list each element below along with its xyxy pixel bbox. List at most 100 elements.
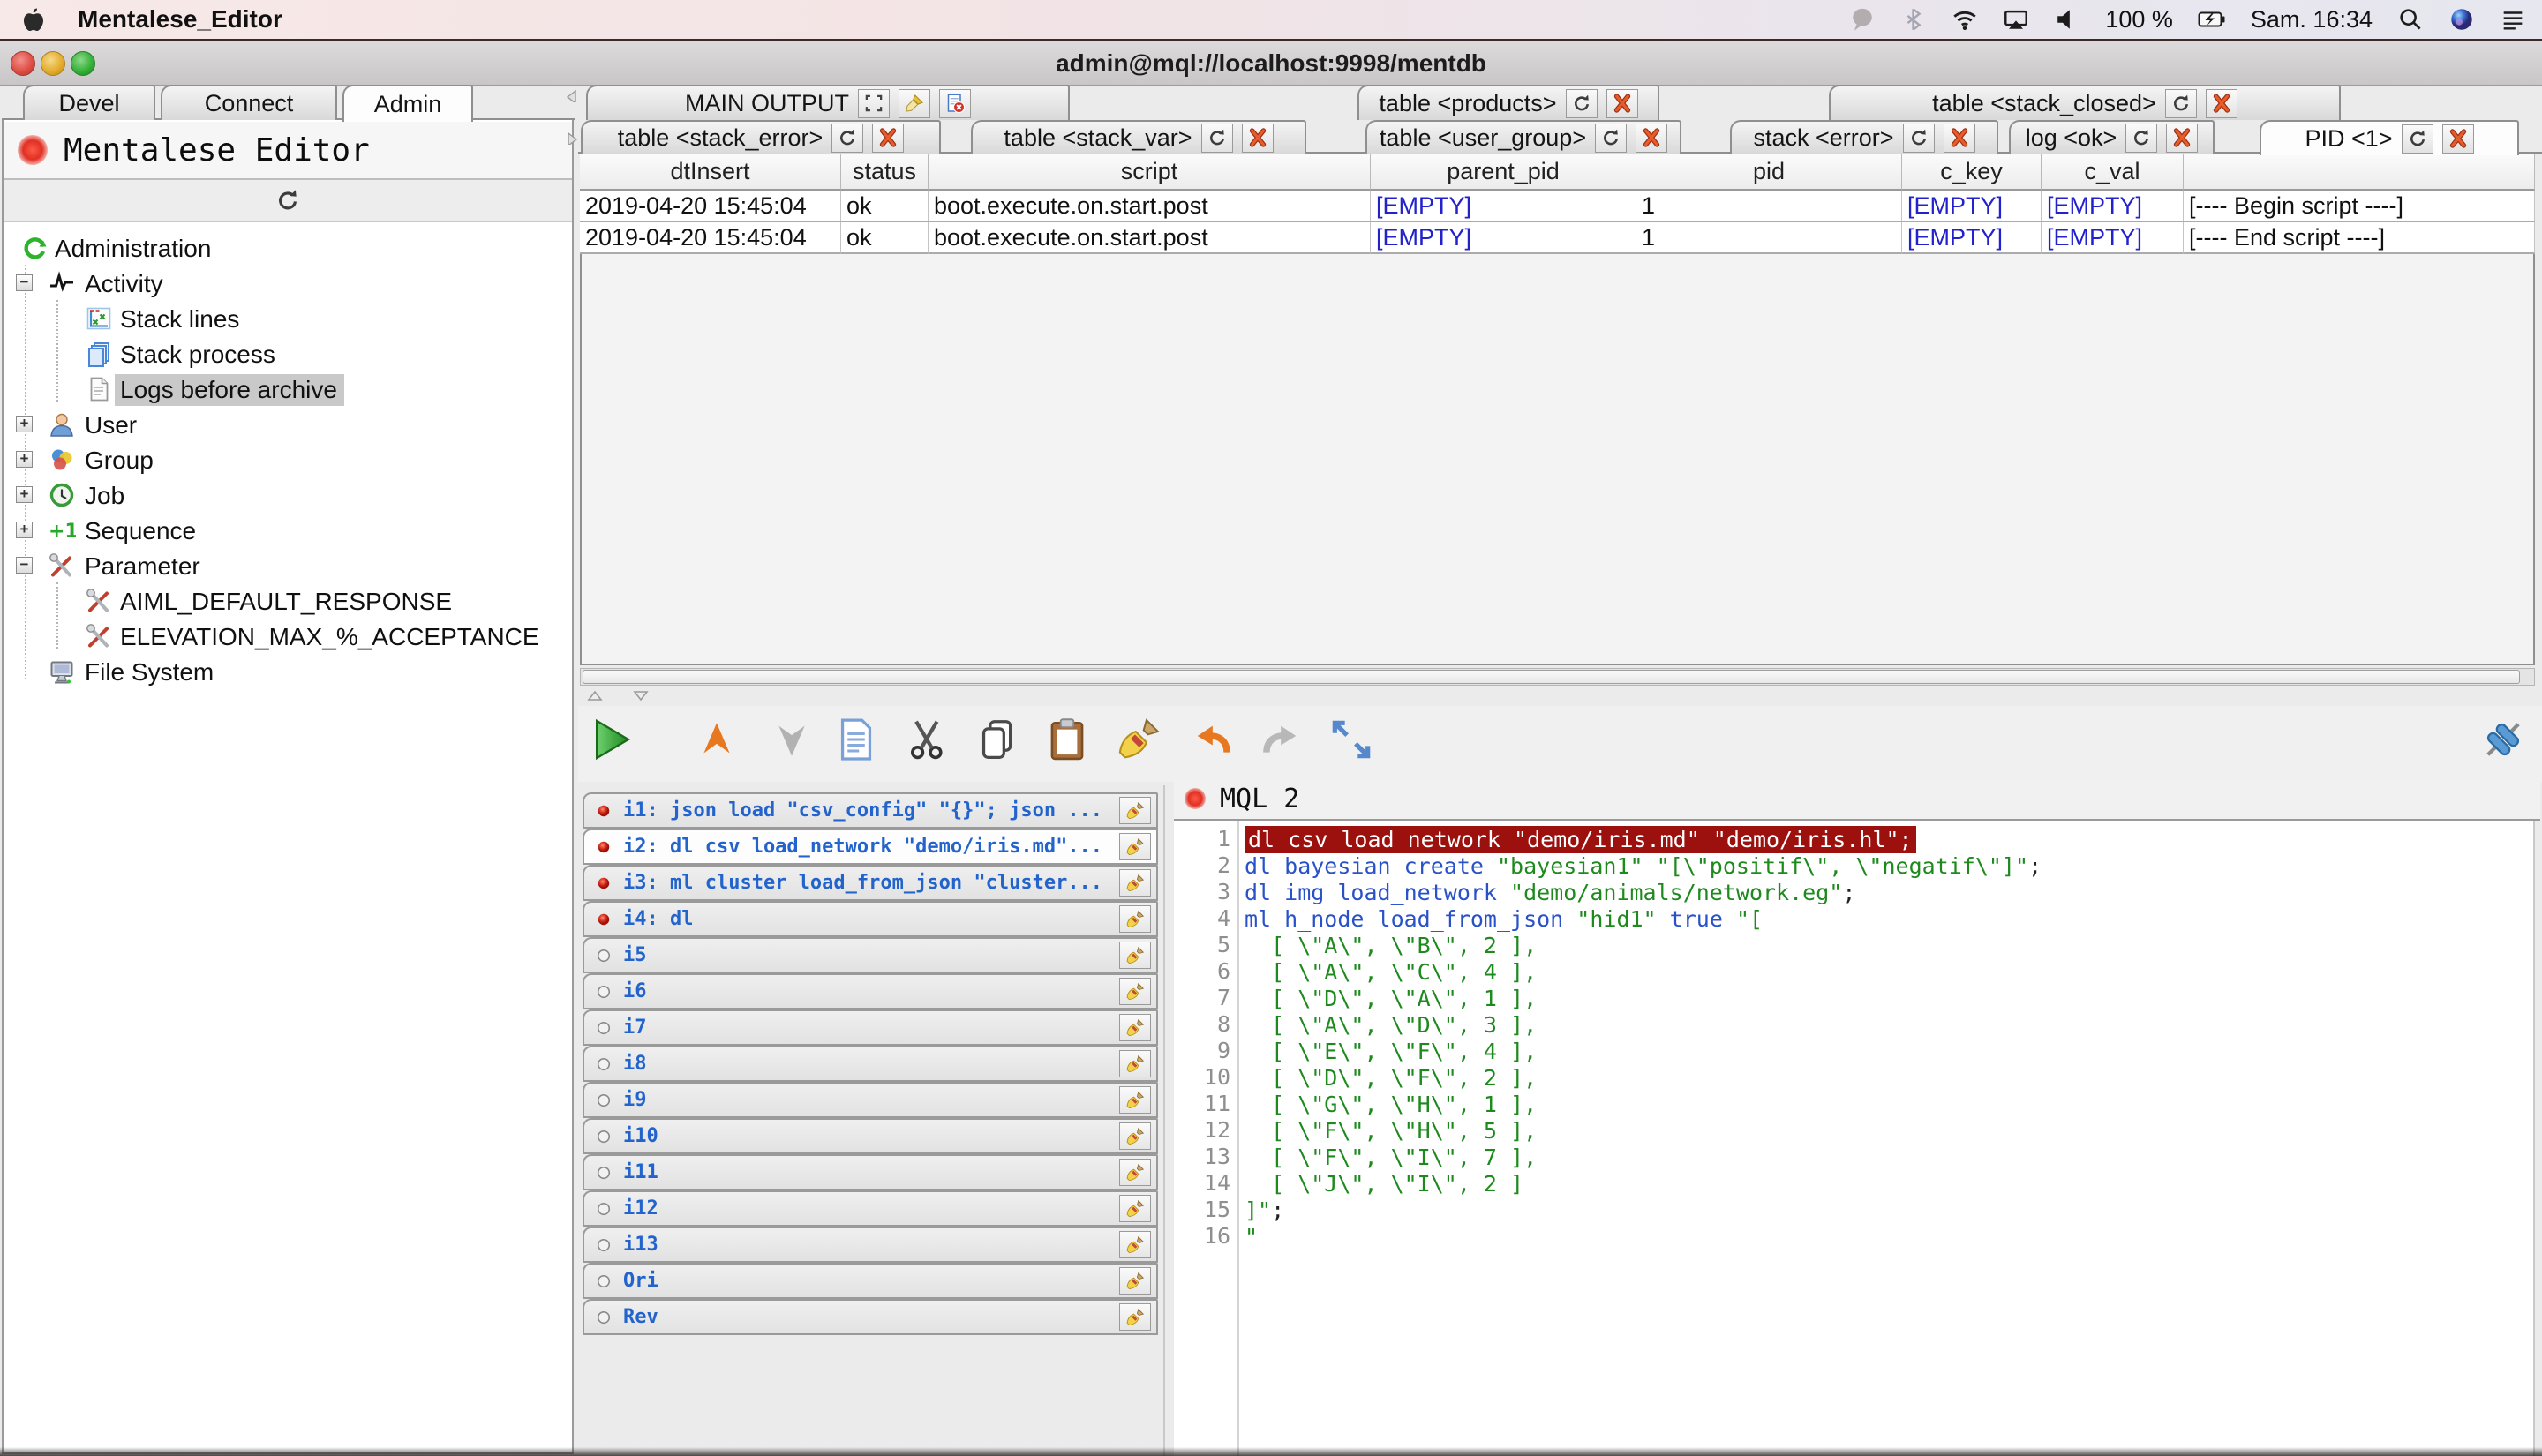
instruction-row-i13[interactable]: i13 <box>583 1227 1158 1263</box>
sidebar-refresh-button[interactable] <box>4 180 572 222</box>
clean-instruction-button[interactable] <box>1119 1159 1151 1186</box>
refresh-button[interactable] <box>2125 124 2157 153</box>
table-cell[interactable]: 2019-04-20 15:45:04 <box>580 222 841 254</box>
siri-icon[interactable] <box>2448 6 2475 33</box>
table-cell[interactable]: [EMPTY] <box>2042 191 2184 222</box>
clean-instruction-button[interactable] <box>1119 797 1151 824</box>
tab-log-ok-[interactable]: log <ok> <box>2009 120 2215 154</box>
instruction-row-i5[interactable]: i5 <box>583 937 1158 973</box>
column-header-comment[interactable] <box>2184 154 2535 191</box>
table-cell[interactable]: [---- Begin script ----] <box>2184 191 2535 222</box>
clean-instruction-button[interactable] <box>1119 1122 1151 1150</box>
collapse-toggle-icon[interactable]: − <box>16 274 33 291</box>
tab-stack-error-[interactable]: stack <error> <box>1730 120 1998 154</box>
minimize-window-button[interactable] <box>41 51 65 76</box>
table-hscrollbar-thumb[interactable] <box>583 670 2520 684</box>
table-cell[interactable]: [EMPTY] <box>1902 191 2042 222</box>
column-header-parent_pid[interactable]: parent_pid <box>1371 154 1636 191</box>
instruction-row-rev[interactable]: Rev <box>583 1299 1158 1335</box>
tab-main-output[interactable]: MAIN OUTPUT <box>586 85 1070 120</box>
table-cell[interactable]: [EMPTY] <box>1371 191 1636 222</box>
panel-splitter[interactable] <box>1163 785 1165 1456</box>
play-button[interactable] <box>588 711 637 768</box>
expand-toggle-icon[interactable]: + <box>16 451 33 468</box>
tab-table-products-[interactable]: table <products> <box>1357 85 1659 120</box>
column-header-status[interactable]: status <box>841 154 929 191</box>
instruction-row-ori[interactable]: Ori <box>583 1263 1158 1299</box>
expand-toggle-icon[interactable]: + <box>16 486 33 503</box>
table-cell[interactable]: [EMPTY] <box>1371 222 1636 254</box>
clean-instruction-button[interactable] <box>1119 942 1151 969</box>
clean-button[interactable] <box>1114 711 1163 768</box>
splitter-collapse-up-arrow[interactable] <box>586 687 604 705</box>
tab-devel[interactable]: Devel <box>23 85 155 120</box>
collapse-left-arrow[interactable] <box>565 88 579 102</box>
wifi-icon[interactable] <box>1952 6 1978 33</box>
refresh-button[interactable] <box>1595 124 1627 153</box>
refresh-button[interactable] <box>2402 124 2433 154</box>
delete-button[interactable] <box>2206 89 2237 118</box>
table-cell[interactable]: boot.execute.on.start.post <box>929 222 1371 254</box>
window-titlebar[interactable]: admin@mql://localhost:9998/mentdb <box>0 41 2542 86</box>
delete-button[interactable] <box>1606 89 1638 118</box>
splitter-collapse-down-arrow[interactable] <box>632 687 650 705</box>
delete-button[interactable] <box>1242 124 1274 153</box>
apple-menu-icon[interactable] <box>19 5 48 34</box>
column-header-pid[interactable]: pid <box>1636 154 1902 191</box>
balloon-icon[interactable] <box>1849 6 1876 33</box>
table-cell[interactable]: 1 <box>1636 222 1902 254</box>
column-header-dtInsert[interactable]: dtInsert <box>580 154 841 191</box>
instruction-row-i3[interactable]: i3: ml cluster load_from_json "cluster..… <box>583 865 1158 901</box>
move-down-button[interactable] <box>767 711 816 768</box>
connector-button[interactable] <box>2478 711 2528 768</box>
instruction-row-i12[interactable]: i12 <box>583 1190 1158 1227</box>
instruction-row-i9[interactable]: i9 <box>583 1082 1158 1118</box>
table-cell[interactable]: [EMPTY] <box>1902 222 2042 254</box>
spotlight-icon[interactable] <box>2397 6 2424 33</box>
table-cell[interactable]: 2019-04-20 15:45:04 <box>580 191 841 222</box>
tab-table-stack-error-[interactable]: table <stack_error> <box>581 120 941 154</box>
delete-button[interactable] <box>872 124 904 153</box>
refresh-button[interactable] <box>2165 89 2197 118</box>
column-header-c_key[interactable]: c_key <box>1902 154 2042 191</box>
delete-button[interactable] <box>1636 124 1667 153</box>
cleardoc-button[interactable] <box>939 89 971 118</box>
clean-instruction-button[interactable] <box>1119 1050 1151 1077</box>
column-header-c_val[interactable]: c_val <box>2042 154 2184 191</box>
column-header-script[interactable]: script <box>929 154 1371 191</box>
cut-button[interactable] <box>903 711 952 768</box>
instruction-row-i1[interactable]: i1: json load "csv_config" "{}"; json ..… <box>583 792 1158 829</box>
instruction-row-i8[interactable]: i8 <box>583 1046 1158 1082</box>
list-icon[interactable] <box>2500 6 2526 33</box>
table-cell[interactable]: [---- End script ----] <box>2184 222 2535 254</box>
instruction-row-i6[interactable]: i6 <box>583 973 1158 1009</box>
table-cell[interactable]: 1 <box>1636 191 1902 222</box>
expand-toggle-icon[interactable]: + <box>16 522 33 538</box>
brush-button[interactable] <box>899 89 930 118</box>
clean-instruction-button[interactable] <box>1119 1086 1151 1114</box>
clean-instruction-button[interactable] <box>1119 978 1151 1005</box>
airplay-icon[interactable] <box>2003 6 2029 33</box>
resize-button[interactable] <box>1327 711 1376 768</box>
clean-instruction-button[interactable] <box>1119 1303 1151 1331</box>
refresh-button[interactable] <box>1903 124 1935 153</box>
delete-button[interactable] <box>1944 124 1975 153</box>
copy-button[interactable] <box>973 711 1022 768</box>
refresh-button[interactable] <box>1566 89 1598 118</box>
clean-instruction-button[interactable] <box>1119 1231 1151 1258</box>
move-up-button[interactable] <box>692 711 741 768</box>
close-window-button[interactable] <box>11 51 35 76</box>
instruction-row-i2[interactable]: i2: dl csv load_network "demo/iris.md"..… <box>583 829 1158 865</box>
tab-table-stack-closed-[interactable]: table <stack_closed> <box>1829 85 2341 120</box>
zoom-window-button[interactable] <box>71 51 95 76</box>
instruction-row-i11[interactable]: i11 <box>583 1154 1158 1190</box>
paste-button[interactable] <box>1042 711 1092 768</box>
menubar-clock[interactable]: Sam. 16:34 <box>2251 6 2373 34</box>
collapse-toggle-icon[interactable]: − <box>16 557 33 574</box>
refresh-button[interactable] <box>831 124 863 153</box>
menubar-app-name[interactable]: Mentalese_Editor <box>78 5 282 34</box>
tab-pid-1-[interactable]: PID <1> <box>2260 120 2519 155</box>
new-document-button[interactable] <box>831 711 881 768</box>
table-cell[interactable]: ok <box>841 222 929 254</box>
undo-button[interactable] <box>1187 711 1237 768</box>
